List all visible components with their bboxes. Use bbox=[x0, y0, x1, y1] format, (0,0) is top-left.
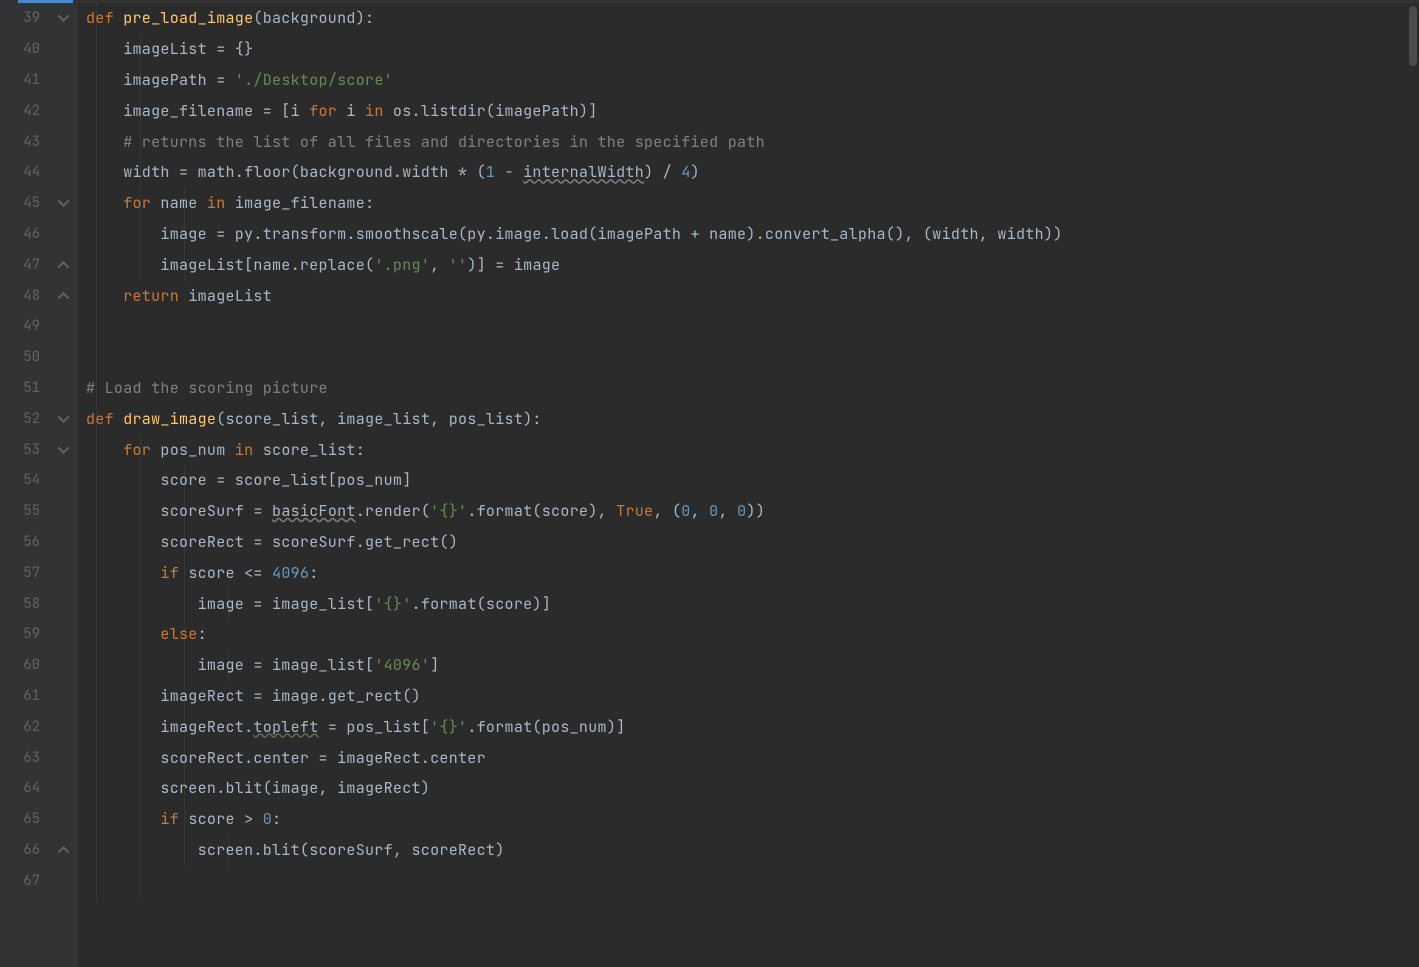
line-number: 65 bbox=[0, 810, 48, 828]
line-number: 42 bbox=[0, 102, 48, 120]
line-number: 52 bbox=[0, 410, 48, 428]
fold-up-icon[interactable] bbox=[57, 289, 70, 302]
code-line: imageRect.topleft = pos_list['{}'.format… bbox=[78, 711, 1419, 742]
line-number: 59 bbox=[0, 625, 48, 643]
line-number: 63 bbox=[0, 749, 48, 767]
code-line: scoreRect.center = imageRect.center bbox=[78, 742, 1419, 773]
line-number: 40 bbox=[0, 40, 48, 58]
line-number: 60 bbox=[0, 656, 48, 674]
code-line: width = math.floor(background.width * (1… bbox=[78, 157, 1419, 188]
line-number: 48 bbox=[0, 287, 48, 305]
line-number: 50 bbox=[0, 348, 48, 366]
line-number: 66 bbox=[0, 841, 48, 859]
line-number: 61 bbox=[0, 687, 48, 705]
code-line: scoreRect = scoreSurf.get_rect() bbox=[78, 527, 1419, 558]
line-number: 58 bbox=[0, 595, 48, 613]
line-number: 45 bbox=[0, 194, 48, 212]
code-line: image = image_list['{}'.format(score)] bbox=[78, 588, 1419, 619]
code-line: return imageList bbox=[78, 280, 1419, 311]
code-line bbox=[78, 342, 1419, 373]
fold-down-icon[interactable] bbox=[57, 12, 70, 25]
gutter: 39 40 41 42 43 44 45 46 47 48 49 50 51 5… bbox=[0, 3, 78, 967]
code-line: imagePath = './Desktop/score' bbox=[78, 65, 1419, 96]
code-line: scoreSurf = basicFont.render('{}'.format… bbox=[78, 496, 1419, 527]
code-line: imageList = {} bbox=[78, 34, 1419, 65]
fold-down-icon[interactable] bbox=[57, 443, 70, 456]
line-number: 55 bbox=[0, 502, 48, 520]
fold-up-icon[interactable] bbox=[57, 843, 70, 856]
code-line: image = image_list['4096'] bbox=[78, 650, 1419, 681]
code-line: screen.blit(scoreSurf, scoreRect) bbox=[78, 835, 1419, 866]
line-number: 57 bbox=[0, 564, 48, 582]
line-number: 62 bbox=[0, 718, 48, 736]
line-number: 51 bbox=[0, 379, 48, 397]
line-number: 56 bbox=[0, 533, 48, 551]
vertical-scrollbar[interactable] bbox=[1407, 3, 1419, 967]
code-line bbox=[78, 865, 1419, 896]
line-number: 47 bbox=[0, 256, 48, 274]
fold-down-icon[interactable] bbox=[57, 412, 70, 425]
fold-up-icon[interactable] bbox=[57, 258, 70, 271]
code-line: screen.blit(image, imageRect) bbox=[78, 773, 1419, 804]
fold-down-icon[interactable] bbox=[57, 197, 70, 210]
code-line: score = score_list[pos_num] bbox=[78, 465, 1419, 496]
line-number: 44 bbox=[0, 163, 48, 181]
line-number: 64 bbox=[0, 779, 48, 797]
line-number: 46 bbox=[0, 225, 48, 243]
line-number: 39 bbox=[0, 9, 48, 27]
code-line: # returns the list of all files and dire… bbox=[78, 126, 1419, 157]
line-number: 54 bbox=[0, 471, 48, 489]
scrollbar-thumb[interactable] bbox=[1409, 6, 1417, 66]
code-line: else: bbox=[78, 619, 1419, 650]
code-line: image_filename = [i for i in os.listdir(… bbox=[78, 95, 1419, 126]
line-number: 41 bbox=[0, 71, 48, 89]
code-line: for name in image_filename: bbox=[78, 188, 1419, 219]
line-number: 53 bbox=[0, 441, 48, 459]
code-editor[interactable]: 39 40 41 42 43 44 45 46 47 48 49 50 51 5… bbox=[0, 3, 1419, 967]
line-number: 49 bbox=[0, 317, 48, 335]
code-line: def pre_load_image(background): bbox=[78, 3, 1419, 34]
code-line: def draw_image(score_list, image_list, p… bbox=[78, 403, 1419, 434]
code-line: if score > 0: bbox=[78, 804, 1419, 835]
code-line: imageList[name.replace('.png', '')] = im… bbox=[78, 249, 1419, 280]
line-number: 67 bbox=[0, 872, 48, 890]
code-line: imageRect = image.get_rect() bbox=[78, 681, 1419, 712]
code-line: if score <= 4096: bbox=[78, 557, 1419, 588]
line-number: 43 bbox=[0, 133, 48, 151]
code-line bbox=[78, 311, 1419, 342]
code-line: for pos_num in score_list: bbox=[78, 434, 1419, 465]
code-line: # Load the scoring picture bbox=[78, 373, 1419, 404]
code-line: image = py.transform.smoothscale(py.imag… bbox=[78, 219, 1419, 250]
code-text-area[interactable]: def pre_load_image(background): imageLis… bbox=[78, 3, 1419, 967]
